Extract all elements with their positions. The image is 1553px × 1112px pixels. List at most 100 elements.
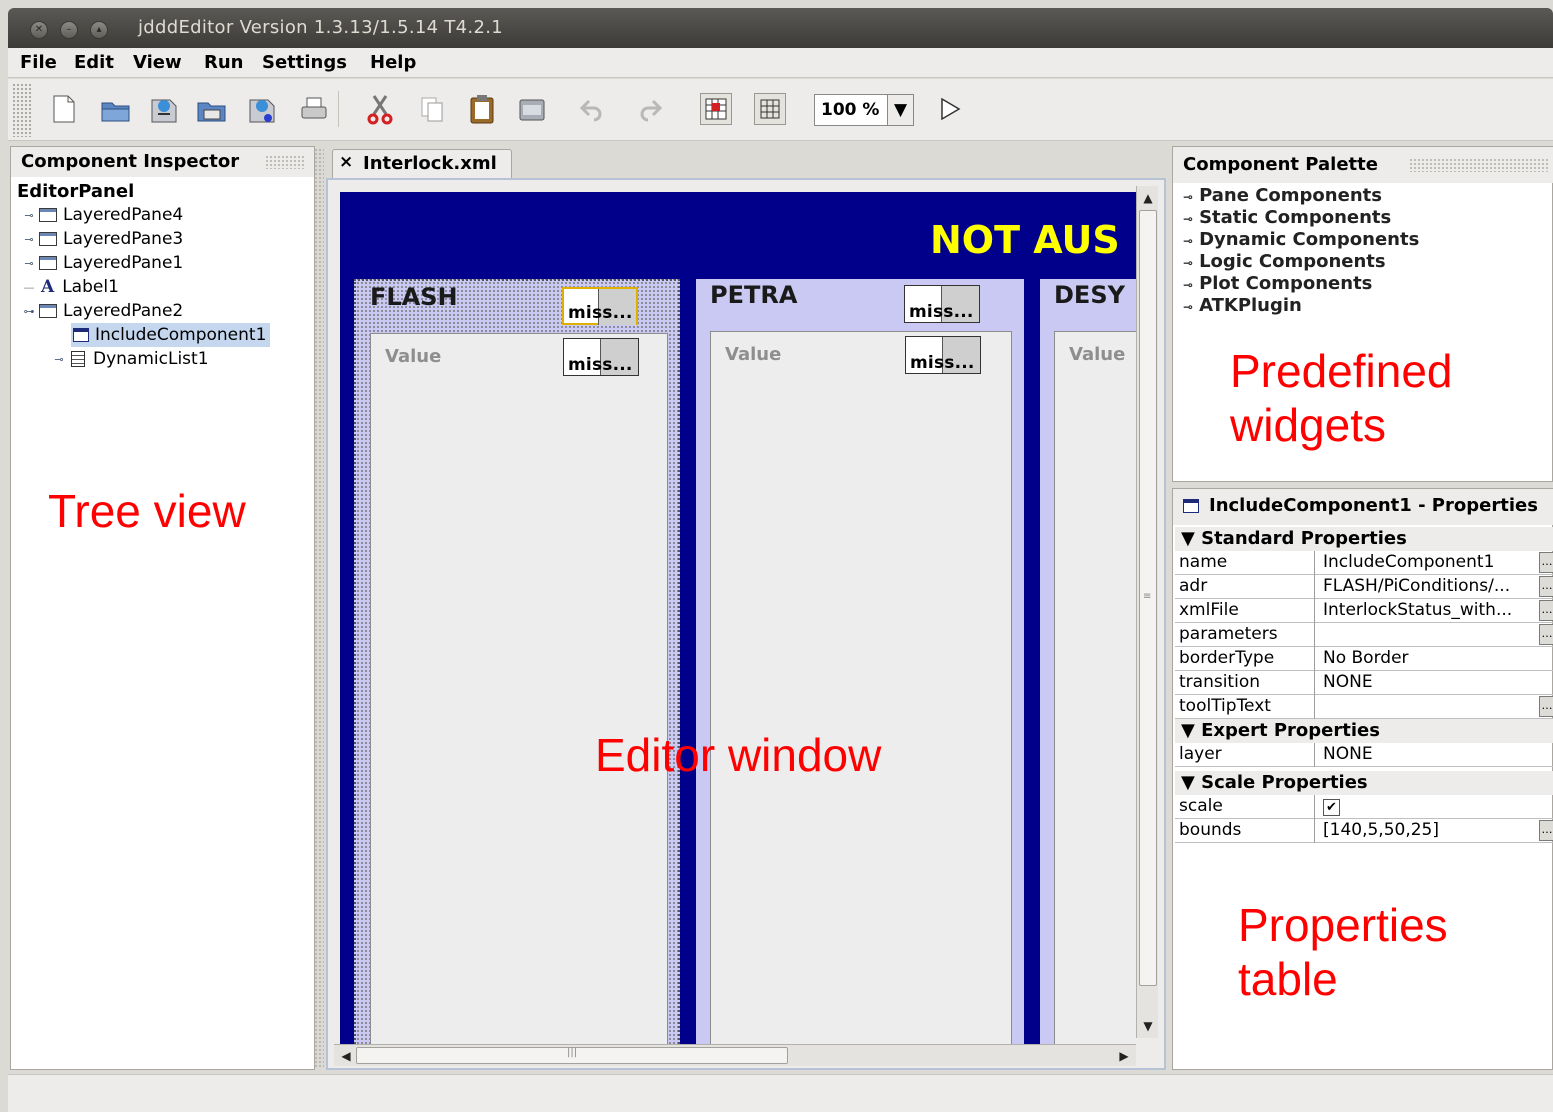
prop-row-adr[interactable]: adr FLASH/PiConditions/...…	[1175, 575, 1553, 599]
tree-root[interactable]: EditorPanel	[17, 179, 134, 203]
include-component-selected[interactable]: miss...	[562, 287, 638, 325]
menu-run[interactable]: Run	[204, 52, 244, 73]
open-folder-icon[interactable]	[100, 93, 132, 125]
value-box[interactable]: Value miss...	[710, 331, 1012, 1044]
edit-ellipsis-button[interactable]: …	[1539, 624, 1553, 645]
prop-value[interactable]: [140,5,50,25]	[1317, 819, 1539, 843]
prop-value[interactable]	[1317, 623, 1539, 647]
prop-row-layer[interactable]: layer NONE	[1175, 743, 1553, 767]
close-window-icon[interactable]: ✕	[30, 21, 48, 39]
column-desy[interactable]: DESY Value	[1040, 279, 1137, 1044]
horizontal-scroll-thumb[interactable]: |||	[356, 1047, 788, 1064]
zoom-select[interactable]: 100 % ▼	[814, 94, 914, 126]
missing-component[interactable]: miss...	[563, 338, 639, 376]
redo-icon[interactable]	[634, 93, 666, 125]
palette-plot-components[interactable]: ⊸ Plot Components	[1183, 273, 1372, 294]
cut-icon[interactable]	[364, 93, 396, 125]
minimize-window-icon[interactable]: –	[60, 21, 78, 39]
palette-logic-components[interactable]: ⊸ Logic Components	[1183, 251, 1386, 272]
tree-collapsed-icon[interactable]: ⊸	[53, 353, 65, 366]
prop-row-xmlfile[interactable]: xmlFile InterlockStatus_with...…	[1175, 599, 1553, 623]
scroll-right-icon[interactable]: ▶	[1114, 1046, 1134, 1066]
tree-collapsed-icon[interactable]: ⊸	[23, 233, 35, 246]
delete-icon[interactable]	[516, 93, 548, 125]
scroll-down-icon[interactable]: ▼	[1138, 1016, 1158, 1036]
section-standard-properties[interactable]: ▼ Standard Properties	[1175, 527, 1553, 551]
tree-item-layeredpane1[interactable]: ⊸ LayeredPane1	[23, 251, 183, 275]
edit-ellipsis-button[interactable]: …	[1539, 696, 1553, 717]
save-as-icon[interactable]	[246, 93, 278, 125]
missing-component[interactable]: miss...	[904, 285, 980, 323]
horizontal-scrollbar[interactable]: ◀ ||| ▶	[334, 1044, 1136, 1066]
tree-expanded-icon[interactable]: ⊶	[23, 305, 35, 318]
toolbar-grip[interactable]	[12, 83, 32, 137]
maximize-window-icon[interactable]: ▴	[90, 21, 108, 39]
open-url-icon[interactable]	[148, 93, 180, 125]
prop-row-bounds[interactable]: bounds [140,5,50,25]…	[1175, 819, 1553, 843]
chevron-down-icon[interactable]: ▼	[887, 95, 913, 125]
menu-view[interactable]: View	[133, 52, 182, 73]
undo-icon[interactable]	[576, 93, 608, 125]
prop-row-scale[interactable]: scale ✔	[1175, 795, 1553, 819]
scroll-up-icon[interactable]: ▲	[1138, 188, 1158, 208]
palette-pane-components[interactable]: ⊸ Pane Components	[1183, 185, 1382, 206]
new-file-icon[interactable]	[48, 93, 80, 125]
grid-toggle-icon[interactable]	[700, 93, 732, 125]
edit-ellipsis-button[interactable]: …	[1539, 552, 1553, 573]
missing-component[interactable]: miss...	[905, 336, 981, 374]
prop-value[interactable]: FLASH/PiConditions/...	[1317, 575, 1539, 599]
section-scale-properties[interactable]: ▼ Scale Properties	[1175, 771, 1553, 795]
banner-label[interactable]: NOT AUS	[930, 218, 1120, 262]
tree-item-label1[interactable]: — A Label1	[23, 275, 119, 299]
prop-row-name[interactable]: name IncludeComponent1…	[1175, 551, 1553, 575]
column-petra[interactable]: PETRA miss... Value miss...	[696, 279, 1024, 1044]
edit-ellipsis-button[interactable]: …	[1539, 600, 1553, 621]
prop-value[interactable]	[1317, 695, 1539, 719]
tree-item-layeredpane4[interactable]: ⊸ LayeredPane4	[23, 203, 183, 227]
column-flash[interactable]: FLASH miss... Value miss...	[354, 279, 680, 1044]
menu-help[interactable]: Help	[370, 52, 416, 73]
editor-canvas[interactable]: NOT AUS FLASH miss... Value miss... PETR…	[340, 192, 1137, 1044]
menu-edit[interactable]: Edit	[74, 52, 114, 73]
panel-grip[interactable]	[1409, 158, 1549, 172]
value-box[interactable]: Value	[1054, 331, 1137, 1044]
panel-grip[interactable]	[265, 155, 305, 169]
scale-checkbox[interactable]: ✔	[1317, 795, 1539, 819]
tree-collapsed-icon[interactable]: ⊸	[23, 257, 35, 270]
tree-item-layeredpane3[interactable]: ⊸ LayeredPane3	[23, 227, 183, 251]
print-icon[interactable]	[298, 93, 330, 125]
paste-icon[interactable]	[466, 93, 498, 125]
prop-value[interactable]: No Border	[1317, 647, 1539, 671]
save-icon[interactable]	[196, 93, 228, 125]
snap-grid-icon[interactable]	[754, 93, 786, 125]
scroll-left-icon[interactable]: ◀	[336, 1046, 356, 1066]
run-play-icon[interactable]	[934, 93, 966, 125]
tab-interlock[interactable]: × Interlock.xml	[332, 149, 512, 179]
splitter-left[interactable]	[314, 148, 324, 1068]
edit-ellipsis-button[interactable]: …	[1539, 820, 1553, 841]
prop-value[interactable]: NONE	[1317, 743, 1539, 767]
prop-value[interactable]: NONE	[1317, 671, 1539, 695]
edit-ellipsis-button[interactable]: …	[1539, 576, 1553, 597]
palette-static-components[interactable]: ⊸ Static Components	[1183, 207, 1391, 228]
tree-item-dynamiclist1[interactable]: ⊸ DynamicList1	[53, 347, 208, 371]
menu-file[interactable]: File	[20, 52, 57, 73]
palette-dynamic-components[interactable]: ⊸ Dynamic Components	[1183, 229, 1419, 250]
palette-atkplugin[interactable]: ⊸ ATKPlugin	[1183, 295, 1302, 316]
value-box[interactable]: Value miss...	[370, 333, 668, 1044]
tree-item-layeredpane2[interactable]: ⊶ LayeredPane2	[23, 299, 184, 323]
prop-row-transition[interactable]: transition NONE	[1175, 671, 1553, 695]
close-tab-icon[interactable]: ×	[339, 152, 353, 172]
prop-row-tooltiptext[interactable]: toolTipText…	[1175, 695, 1553, 719]
copy-icon[interactable]	[416, 93, 448, 125]
prop-row-bordertype[interactable]: borderType No Border	[1175, 647, 1553, 671]
menu-settings[interactable]: Settings	[262, 52, 347, 73]
tree-collapsed-icon[interactable]: ⊸	[23, 209, 35, 222]
tree-item-includecomponent1[interactable]: IncludeComponent1	[71, 323, 271, 347]
vertical-scroll-thumb[interactable]: ≡	[1139, 210, 1157, 986]
prop-value[interactable]: IncludeComponent1	[1317, 551, 1539, 575]
prop-value[interactable]: InterlockStatus_with...	[1317, 599, 1539, 623]
vertical-scrollbar[interactable]: ▲ ≡ ▼	[1136, 186, 1158, 1038]
prop-row-parameters[interactable]: parameters…	[1175, 623, 1553, 647]
section-expert-properties[interactable]: ▼ Expert Properties	[1175, 719, 1553, 743]
